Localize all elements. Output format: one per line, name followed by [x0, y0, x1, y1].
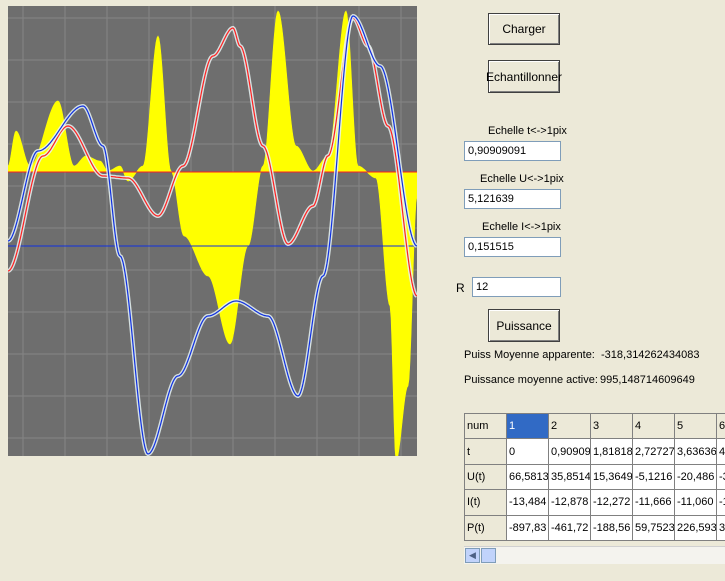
grid-cell[interactable]: -11,060	[674, 489, 717, 516]
grid-cell[interactable]: 2,72727	[632, 438, 675, 465]
grid-cell[interactable]: -13,484	[506, 489, 549, 516]
grid-cell[interactable]: 0,90909	[548, 438, 591, 465]
grid-header-cell: num	[464, 412, 507, 440]
resistance-label: R	[456, 281, 465, 295]
echantillonner-button[interactable]: Echantillonner	[486, 60, 562, 93]
charger-button[interactable]: Charger	[488, 13, 560, 45]
grid-row-p: P(t) -897,83 -461,72 -188,56 59,7523 226…	[464, 514, 725, 542]
grid-cell[interactable]: -897,83	[506, 514, 549, 542]
grid-cell[interactable]: 226,593	[674, 514, 717, 542]
grid-horizontal-scrollbar[interactable]: ◀	[464, 546, 725, 564]
grid-cell[interactable]: -20,486	[674, 463, 717, 491]
scale-u-label: Echelle U<->1pix	[480, 173, 564, 185]
grid-row-t: t 0 0,90909 1,81818 2,72727 3,63636 4,5	[464, 438, 725, 465]
grid-header-cell[interactable]: 2	[548, 412, 591, 440]
grid-header-row: num 1 2 3 4 5 6	[464, 412, 725, 440]
oscilloscope-view	[8, 6, 417, 456]
grid-cell[interactable]: -1	[716, 489, 725, 516]
grid-header-cell[interactable]: 1	[506, 412, 549, 440]
samples-grid[interactable]: num 1 2 3 4 5 6 t 0 0,90909 1,81818 2,72…	[464, 412, 725, 542]
grid-row-label: t	[464, 438, 507, 465]
grid-cell[interactable]: -3	[716, 463, 725, 491]
scale-i-label: Echelle I<->1pix	[482, 221, 561, 233]
grid-cell[interactable]: -188,56	[590, 514, 633, 542]
scroll-thumb[interactable]	[481, 548, 496, 563]
grid-cell[interactable]: 1,81818	[590, 438, 633, 465]
grid-cell[interactable]: 37	[716, 514, 725, 542]
grid-cell[interactable]: 59,7523	[632, 514, 675, 542]
scale-i-input[interactable]	[464, 237, 561, 257]
grid-cell[interactable]: 3,63636	[674, 438, 717, 465]
grid-cell[interactable]: -12,878	[548, 489, 591, 516]
resistance-input[interactable]	[472, 277, 561, 297]
grid-header-cell[interactable]: 3	[590, 412, 633, 440]
grid-cell[interactable]: -5,1216	[632, 463, 675, 491]
grid-header-cell[interactable]: 5	[674, 412, 717, 440]
active-power-label: Puissance moyenne active:	[464, 374, 598, 386]
grid-cell[interactable]: -11,666	[632, 489, 675, 516]
grid-row-label: P(t)	[464, 514, 507, 542]
grid-cell[interactable]: 66,5813	[506, 463, 549, 491]
apparent-power-label: Puiss Moyenne apparente:	[464, 349, 595, 361]
grid-cell[interactable]: -12,272	[590, 489, 633, 516]
grid-cell[interactable]: 15,3649	[590, 463, 633, 491]
scale-u-input[interactable]	[464, 189, 561, 209]
grid-row-label: U(t)	[464, 463, 507, 491]
grid-cell[interactable]: 0	[506, 438, 549, 465]
scroll-left-arrow-icon[interactable]: ◀	[465, 548, 480, 563]
scale-t-label: Echelle t<->1pix	[488, 125, 567, 137]
puissance-button[interactable]: Puissance	[488, 309, 560, 342]
scale-t-input[interactable]	[464, 141, 561, 161]
grid-header-cell[interactable]: 4	[632, 412, 675, 440]
grid-cell[interactable]: -461,72	[548, 514, 591, 542]
grid-cell[interactable]: 4,5	[716, 438, 725, 465]
grid-header-cell[interactable]: 6	[716, 412, 725, 440]
grid-row-u: U(t) 66,5813 35,8514 15,3649 -5,1216 -20…	[464, 463, 725, 491]
active-power-value: 995,148714609649	[600, 374, 695, 386]
apparent-power-value: -318,314262434083	[601, 349, 700, 361]
grid-row-i: I(t) -13,484 -12,878 -12,272 -11,666 -11…	[464, 489, 725, 516]
grid-cell[interactable]: 35,8514	[548, 463, 591, 491]
grid-row-label: I(t)	[464, 489, 507, 516]
